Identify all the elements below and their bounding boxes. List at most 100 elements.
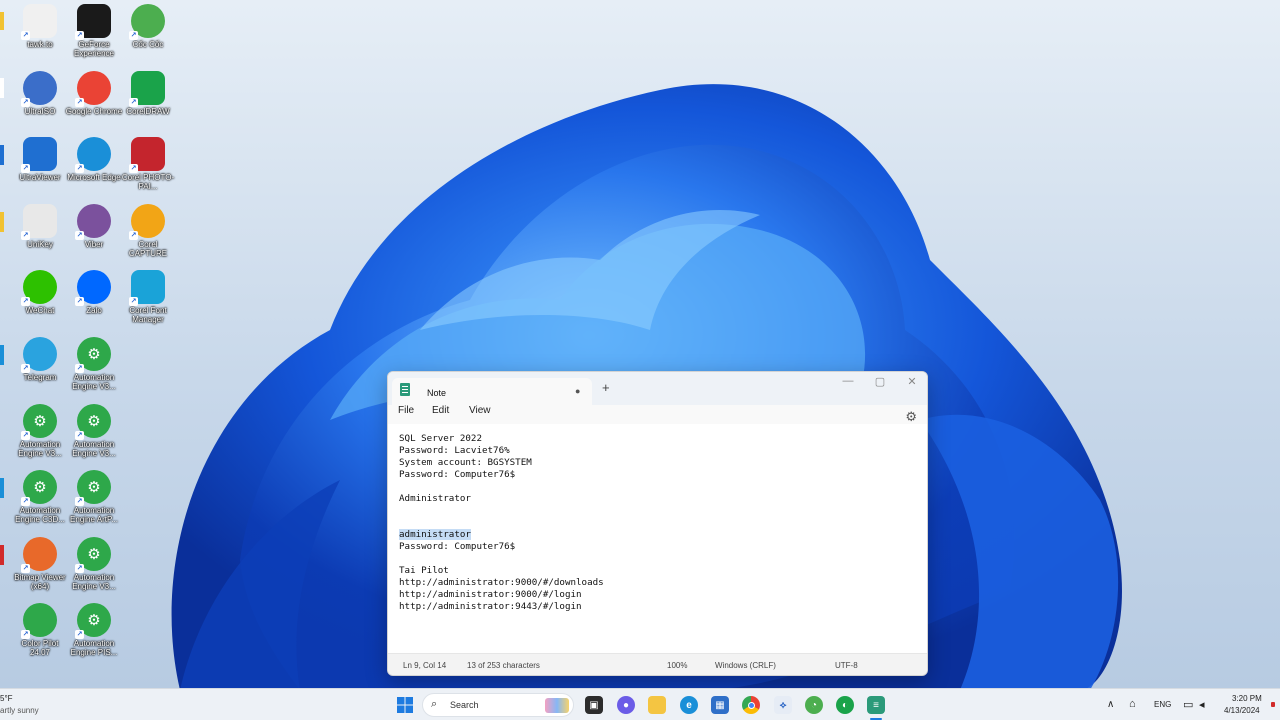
automation-engine-icon: ⚙ ↗ (21, 403, 57, 440)
network-tray-icon[interactable]: ⌂ (1129, 698, 1136, 710)
desktop-shortcut-label: UniKey (27, 239, 53, 249)
desktop-shortcut[interactable]: ↗ Microsoft Edge (65, 137, 123, 182)
title-bar[interactable]: Note ● + — ▢ ✕ (388, 372, 927, 405)
notepad-taskbar-icon[interactable]: ≡ (867, 696, 885, 714)
desktop-shortcut[interactable]: ↗ Corel PHOTO-PAI... (119, 137, 177, 191)
edge-icon: ↗ (75, 137, 111, 174)
maximize-button[interactable]: ▢ (868, 375, 892, 391)
shortcut-arrow-icon: ↗ (129, 31, 138, 40)
geforce-icon: ↗ (75, 4, 111, 40)
viber-icon: ↗ (75, 203, 111, 240)
shortcut-arrow-icon: ↗ (75, 164, 84, 174)
desktop-shortcut-label: Automation Engine PIS... (70, 639, 118, 658)
desktop-shortcut-label: Color Pilot 24.07 (21, 639, 59, 658)
bitmap-viewer-icon: ↗ (21, 536, 57, 573)
desktop-shortcut[interactable]: ↗ Zalo (65, 270, 123, 315)
settings-gear-icon[interactable]: ⚙ (905, 409, 917, 425)
partial-icon[interactable] (0, 545, 4, 565)
clock-time[interactable]: 3:20 PM (1232, 694, 1262, 703)
desktop-shortcut[interactable]: ⚙ ↗ Automation Engine PIS... (65, 603, 123, 657)
automation-engine-icon: ⚙ ↗ (21, 470, 57, 507)
desktop-shortcut[interactable]: ↗ Color Pilot 24.07 (11, 603, 69, 657)
clock-date[interactable]: 4/13/2024 (1224, 706, 1260, 715)
chrome-taskbar-icon[interactable] (742, 696, 760, 714)
unsaved-indicator-icon[interactable]: ● (575, 386, 580, 396)
task-view-icon[interactable]: ▣ (585, 696, 603, 714)
close-button[interactable]: ✕ (900, 375, 924, 391)
partial-icon[interactable] (0, 78, 4, 98)
telegram-icon: ↗ (21, 337, 57, 373)
taskbar: 5°F artly sunny ⌕ Search ▣ ● e ▦ ⟡ ◔ ◐ ≡… (0, 688, 1280, 720)
desktop-shortcut-label: Corel PHOTO-PAI... (121, 173, 175, 192)
desktop-shortcut[interactable]: ↗ Google Chrome (65, 70, 123, 116)
text-line: http://administrator:9000/#/downloads (399, 577, 604, 588)
desktop-shortcut[interactable]: ↗ Viber (65, 203, 123, 249)
desktop-shortcut[interactable]: ⚙ ↗ Automation Engine ArtP... (65, 470, 123, 524)
desktop-shortcut[interactable]: ↗ Corel Font Manager (119, 270, 177, 324)
display-tray-icon[interactable]: ▭ (1183, 698, 1193, 711)
desktop-shortcut-label: UltraViewer (19, 173, 61, 183)
corel-capture-icon: ↗ (129, 203, 165, 240)
start-button[interactable] (397, 697, 413, 713)
menu-file[interactable]: File (398, 405, 414, 416)
desktop-shortcut[interactable]: ⚙ ↗ Automation Engine V3... (65, 536, 123, 591)
desktop-shortcut[interactable]: ↗ tawk.to (11, 4, 69, 49)
desktop-shortcut[interactable]: ⚙ ↗ Automation Engine V3... (65, 337, 123, 391)
new-tab-button[interactable]: + (602, 380, 610, 395)
volume-icon[interactable]: ◂ (1199, 698, 1205, 711)
desktop-shortcut[interactable]: ↗ Telegram (11, 337, 69, 382)
desktop-shortcut[interactable]: ↗ UltraViewer (11, 137, 69, 182)
teams-chat-icon[interactable]: ● (617, 696, 635, 714)
desktop-shortcut[interactable]: ↗ UniKey (11, 203, 69, 249)
file-explorer-icon[interactable] (648, 696, 666, 714)
language-indicator[interactable]: ENG (1154, 700, 1171, 709)
desktop-shortcut[interactable]: ⚙ ↗ Automation Engine C3D... (11, 470, 69, 524)
desktop-shortcut[interactable]: ↗ Bitmap Viewer (x64) (11, 536, 69, 591)
shortcut-arrow-icon: ↗ (21, 630, 30, 640)
partial-icon[interactable] (0, 478, 4, 498)
shortcut-arrow-icon: ↗ (75, 497, 84, 507)
automation-engine-icon: ⚙ ↗ (75, 536, 111, 573)
edge-taskbar-icon[interactable]: e (680, 696, 698, 714)
shortcut-arrow-icon: ↗ (75, 297, 84, 307)
shortcut-arrow-icon: ↗ (75, 97, 84, 107)
show-hidden-icons-chevron-icon[interactable]: ∧ (1107, 699, 1114, 710)
menu-edit[interactable]: Edit (432, 405, 449, 416)
microsoft-store-icon[interactable]: ▦ (711, 696, 729, 714)
zalo-icon: ↗ (75, 270, 111, 307)
shortcut-arrow-icon: ↗ (129, 297, 138, 307)
notification-icon[interactable] (1271, 702, 1275, 707)
menu-view[interactable]: View (469, 405, 491, 416)
desktop-shortcut[interactable]: ↗ Cốc Cốc (119, 4, 177, 49)
weather-condition[interactable]: artly sunny (0, 706, 39, 715)
connection-app-icon[interactable]: ⟡ (774, 696, 792, 714)
partial-icon[interactable] (0, 12, 4, 30)
desktop-shortcut[interactable]: ⚙ ↗ Automation Engine V3... (65, 403, 123, 458)
shortcut-arrow-icon: ↗ (75, 430, 84, 440)
desktop-shortcut[interactable]: ↗ Corel CAPTURE (119, 203, 177, 258)
weather-temperature[interactable]: 5°F (0, 694, 13, 703)
desktop-shortcut-label: Telegram (23, 373, 57, 382)
desktop-shortcut[interactable]: ↗ CorelDRAW (119, 70, 177, 116)
partial-icon[interactable] (0, 145, 4, 165)
text-editor-area[interactable]: SQL Server 2022 Password: Lacviet76% Sys… (388, 424, 927, 652)
minimize-button[interactable]: — (836, 375, 860, 391)
tab-note[interactable]: Note ● (392, 378, 592, 405)
selected-text: administrator (399, 529, 471, 540)
encoding: UTF-8 (835, 661, 858, 670)
partial-icon[interactable] (0, 212, 4, 232)
shortcut-arrow-icon: ↗ (21, 31, 30, 40)
desktop-shortcut-label: tawk.to (27, 40, 53, 49)
coccoc-taskbar-icon[interactable]: ◔ (805, 696, 823, 714)
automation-engine-icon: ⚙ ↗ (75, 337, 111, 373)
desktop-shortcut[interactable]: ↗ WeChat (11, 270, 69, 315)
coreldraw-taskbar-icon[interactable]: ◐ (836, 696, 854, 714)
desktop-shortcut[interactable]: ↗ GeForce Experience (65, 4, 123, 58)
desktop-shortcut[interactable]: ↗ UltraISO (11, 70, 69, 116)
search-placeholder: Search (450, 700, 479, 710)
corel-font-manager-icon: ↗ (129, 270, 165, 307)
desktop-shortcut[interactable]: ⚙ ↗ Automation Engine V3... (11, 403, 69, 458)
taskbar-search-box[interactable]: ⌕ Search (422, 693, 574, 717)
desktop-shortcut-label: Automation Engine V3... (72, 439, 116, 458)
partial-icon[interactable] (0, 345, 4, 365)
